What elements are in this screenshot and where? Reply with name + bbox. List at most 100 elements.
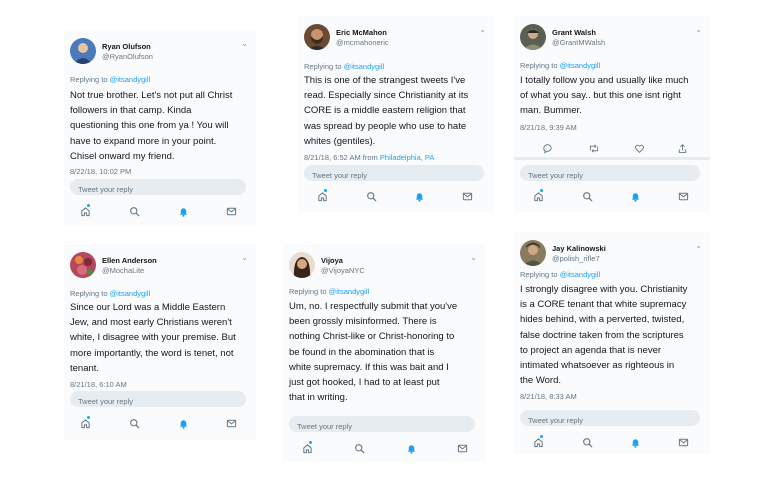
notifications-icon[interactable]	[628, 189, 642, 203]
tweet-text-line: intimated whatsoever as righteous in	[520, 360, 675, 372]
display-name[interactable]: Vijoya	[321, 256, 343, 265]
replying-label: Replying to	[520, 61, 558, 70]
bottom-tab-bar	[64, 416, 256, 430]
display-name[interactable]: Jay Kalinowski	[552, 244, 606, 253]
tweet-text: I strongly disagree with you. Christiani…	[520, 282, 687, 388]
home-icon[interactable]	[531, 189, 545, 203]
new-content-dot	[309, 441, 312, 444]
mention-link[interactable]: @itsandygill	[344, 62, 385, 71]
tweet-header: Eric McMahon @mcmahoneric ⌄	[304, 24, 488, 52]
replying-label: Replying to	[304, 62, 342, 71]
home-icon[interactable]	[78, 204, 92, 218]
replying-label: Replying to	[520, 270, 558, 279]
tweet-text-line: false doctrine taken from the scriptures	[520, 329, 684, 341]
reply-field[interactable]	[70, 391, 246, 410]
reply-field[interactable]	[70, 179, 246, 198]
home-icon[interactable]	[531, 435, 545, 449]
reply-input[interactable]	[289, 418, 475, 435]
messages-icon[interactable]	[224, 204, 238, 218]
notifications-icon[interactable]	[412, 189, 426, 203]
tweet-text-line: to project an agenda that is never	[520, 344, 662, 356]
chevron-down-icon[interactable]: ⌄	[695, 26, 702, 34]
avatar[interactable]	[289, 252, 315, 278]
reply-input[interactable]	[520, 412, 700, 429]
reply-input[interactable]	[70, 393, 246, 410]
notifications-icon[interactable]	[404, 441, 418, 455]
mention-link[interactable]: @itsandygill	[110, 75, 151, 84]
tweet-actions	[520, 141, 704, 155]
notifications-icon[interactable]	[628, 435, 642, 449]
notifications-icon[interactable]	[176, 416, 190, 430]
mention-link[interactable]: @itsandygill	[110, 289, 151, 298]
search-icon[interactable]	[364, 189, 378, 203]
chevron-down-icon[interactable]: ⌄	[479, 26, 486, 34]
chevron-down-icon[interactable]: ⌄	[241, 254, 248, 262]
tweet-header: Jay Kalinowski @polish_rifle7 ⌄	[520, 240, 704, 268]
user-handle[interactable]: @MochaLite	[102, 266, 144, 275]
tweet-text-line: I strongly disagree with you. Christiani…	[520, 284, 688, 295]
tweet-timestamp: 8/21/18, 6:10 AM	[70, 380, 127, 389]
reply-input[interactable]	[70, 181, 246, 198]
messages-icon[interactable]	[455, 441, 469, 455]
reply-field[interactable]	[304, 165, 484, 184]
messages-icon[interactable]	[676, 189, 690, 203]
home-icon[interactable]	[78, 416, 92, 430]
mention-link[interactable]: @itsandygill	[329, 287, 370, 296]
display-name[interactable]: Ellen Anderson	[102, 256, 157, 265]
search-icon[interactable]	[127, 416, 141, 430]
display-name[interactable]: Grant Walsh	[552, 28, 596, 37]
avatar[interactable]	[520, 24, 546, 50]
display-name[interactable]: Ryan Olufson	[102, 42, 151, 51]
home-icon[interactable]	[315, 189, 329, 203]
search-icon[interactable]	[580, 189, 594, 203]
tweet-card-vijoya: Vijoya @VijoyaNYC ⌄ Replying to @itsandy…	[283, 244, 485, 462]
avatar[interactable]	[520, 240, 546, 266]
messages-icon[interactable]	[460, 189, 474, 203]
location-link[interactable]: Philadelphia, PA	[380, 153, 434, 162]
chevron-down-icon[interactable]: ⌄	[241, 40, 248, 48]
messages-icon[interactable]	[676, 435, 690, 449]
mention-link[interactable]: @itsandygill	[560, 61, 601, 70]
reply-field[interactable]	[520, 165, 700, 184]
reply-input[interactable]	[304, 167, 484, 184]
tweet-text-line: tenant.	[70, 362, 100, 374]
display-name[interactable]: Eric McMahon	[336, 28, 387, 37]
user-handle[interactable]: @VijoyaNYC	[321, 266, 365, 275]
notifications-icon[interactable]	[176, 204, 190, 218]
avatar[interactable]	[70, 252, 96, 278]
replying-to: Replying to @itsandygill	[520, 61, 600, 70]
search-icon[interactable]	[352, 441, 366, 455]
avatar[interactable]	[304, 24, 330, 50]
new-content-dot	[87, 204, 90, 207]
retweet-icon[interactable]	[587, 141, 601, 155]
tweet-date: 8/21/18, 6:52 AM from	[304, 153, 380, 162]
tweet-text-line: was spread by people who use to hate	[304, 120, 467, 132]
new-content-dot	[87, 416, 90, 419]
tweet-text-line: the Word.	[520, 375, 562, 387]
replying-label: Replying to	[70, 75, 108, 84]
share-icon[interactable]	[675, 141, 689, 155]
replying-to: Replying to @itsandygill	[70, 289, 150, 298]
user-handle[interactable]: @polish_rifle7	[552, 254, 600, 263]
messages-icon[interactable]	[224, 416, 238, 430]
tweet-text-line: hides behind, with a perverted, twisted,	[520, 314, 685, 326]
reply-input[interactable]	[520, 167, 700, 184]
reply-icon[interactable]	[540, 141, 554, 155]
mention-link[interactable]: @itsandygill	[560, 270, 601, 279]
user-handle[interactable]: @RyanOlufson	[102, 52, 153, 61]
tweet-card-eric-mcmahon: Eric McMahon @mcmahoneric ⌄ Replying to …	[298, 16, 494, 212]
search-icon[interactable]	[580, 435, 594, 449]
user-handle[interactable]: @mcmahoneric	[336, 38, 389, 47]
home-icon[interactable]	[300, 441, 314, 455]
reply-field[interactable]	[520, 410, 700, 429]
tweet-text-line: Not true brother. Let's not put all Chri…	[70, 90, 233, 101]
reply-field[interactable]	[289, 416, 475, 435]
chevron-down-icon[interactable]: ⌄	[470, 254, 477, 262]
chevron-down-icon[interactable]: ⌄	[695, 242, 702, 250]
user-handle[interactable]: @GrantMWalsh	[552, 38, 605, 47]
new-content-dot	[324, 189, 327, 192]
avatar[interactable]	[70, 38, 96, 64]
tweet-text: Since our Lord was a Middle Eastern Jew,…	[70, 300, 236, 376]
like-icon[interactable]	[632, 141, 646, 155]
search-icon[interactable]	[127, 204, 141, 218]
